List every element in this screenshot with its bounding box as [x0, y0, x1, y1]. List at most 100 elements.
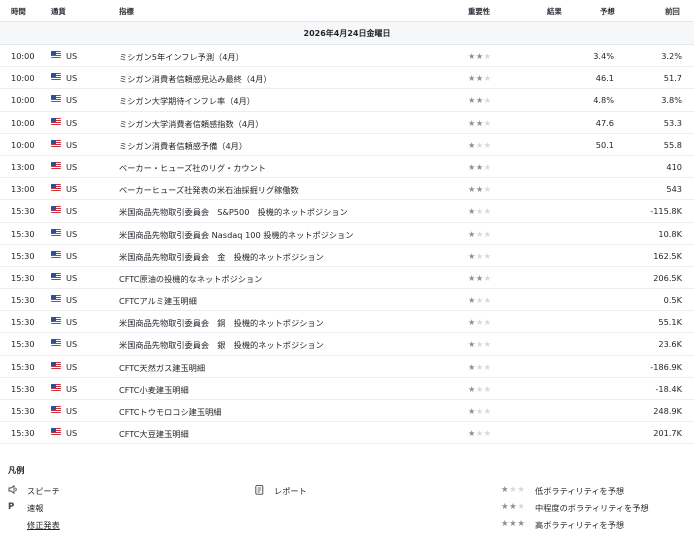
event-previous: 0.5K [663, 295, 682, 306]
event-name-link[interactable]: ミシガン5年インフレ予測（4月） [119, 51, 244, 63]
table-row[interactable]: 10:00 US ミシガン大学消費者信頼感指数（4月） ★★★ 47.6 53.3 [0, 112, 694, 134]
event-name-link[interactable]: ミシガン大学期待インフレ率（4月） [119, 95, 255, 107]
event-name-link[interactable]: ミシガン大学消費者信頼感指数（4月） [119, 118, 263, 130]
document-icon [255, 485, 269, 498]
table-row[interactable]: 15:30 US 米国商品先物取引委員会 Nasdaq 100 投機的ネットポジショ… [0, 223, 694, 245]
us-flag-icon [51, 161, 61, 169]
importance-stars: ★★★ [468, 251, 492, 261]
event-time: 10:00 [11, 117, 35, 128]
star-icon: ★ [475, 339, 484, 350]
header-forecast[interactable]: 予想 [600, 6, 615, 17]
legend-report-label: レポート [274, 486, 307, 496]
event-currency: US [66, 317, 78, 328]
importance-stars: ★★★ [468, 140, 492, 150]
star-icon: ★ [468, 184, 476, 195]
legend-speech-label: スピーチ [27, 486, 60, 496]
importance-stars: ★★★ [468, 162, 492, 172]
star-icon: ★ [483, 228, 492, 239]
star-icon: ★ [475, 272, 484, 283]
star-icon: ★ [475, 383, 484, 394]
event-name-link[interactable]: 米国商品先物取引委員会 S&P500 投機的ネットポジション [119, 206, 348, 218]
legend-high-label: 高ボラティリティを予想 [535, 520, 625, 530]
event-forecast: 46.1 [595, 73, 614, 84]
event-name-link[interactable]: ミシガン消費者信頼感予備（4月） [119, 140, 247, 152]
star-icon: ★ [468, 361, 476, 372]
star-icon: ★ [475, 139, 484, 150]
us-flag-icon [51, 406, 61, 413]
header-previous[interactable]: 前回 [665, 6, 680, 17]
event-currency: US [66, 206, 78, 217]
importance-stars: ★★★ [468, 339, 492, 349]
event-time: 15:30 [11, 206, 35, 217]
table-header: 時間 通貨 指標 重要性 結果 予想 前回 [0, 0, 694, 22]
event-previous: 55.1K [658, 317, 682, 328]
table-row[interactable]: 15:30 US CFTC小麦建玉明細 ★★★ -18.4K [0, 378, 694, 400]
event-name-link[interactable]: 米国商品先物取引委員会 銀 投機的ネットポジション [119, 339, 324, 351]
table-row[interactable]: 15:30 US CFTC天然ガス建玉明細 ★★★ -186.9K [0, 356, 694, 378]
event-currency: US [66, 428, 78, 439]
star-icon: ★ [468, 117, 476, 128]
table-row[interactable]: 15:30 US CFTC大豆建玉明細 ★★★ 201.7K [0, 422, 694, 445]
importance-stars: ★★★ [468, 229, 492, 239]
table-row[interactable]: 15:30 US 米国商品先物取引委員会 銀 投機的ネットポジション ★★★ 23.6K [0, 333, 694, 356]
event-currency: US [66, 184, 78, 195]
us-flag-icon [51, 295, 61, 303]
event-name-link[interactable]: CFTC原油の投機的なネットポジション [119, 273, 262, 285]
event-previous: 248.9K [653, 406, 682, 416]
table-row[interactable]: 13:00 US ベーカーヒューズ社発表の米石油採掘リグ稼働数 ★★★ 543 [0, 178, 694, 201]
economic-calendar-table: 時間 通貨 指標 重要性 結果 予想 前回 2026年4月24日金曜日 10:0… [0, 0, 694, 445]
table-row[interactable]: 10:00 US ミシガン5年インフレ予測（4月） ★★★ 3.4% 3.2% [0, 45, 694, 68]
star-icon: ★ [475, 51, 484, 61]
event-time: 15:30 [11, 295, 35, 306]
event-name-link[interactable]: ベーカーヒューズ社発表の米石油採掘リグ稼働数 [119, 184, 299, 196]
importance-stars: ★★★ [468, 206, 492, 216]
header-actual[interactable]: 結果 [547, 6, 562, 17]
header-currency[interactable]: 通貨 [51, 6, 66, 17]
table-row[interactable]: 10:00 US ミシガン大学期待インフレ率（4月） ★★★ 4.8% 3.8% [0, 89, 694, 112]
table-row[interactable]: 15:30 US 米国商品先物取引委員会 銅 投機的ネットポジション ★★★ 55.1K [0, 311, 694, 334]
event-name-link[interactable]: ミシガン消費者信頼感見込み最終（4月） [119, 73, 272, 85]
event-currency: US [66, 250, 78, 261]
table-row[interactable]: 15:30 US 米国商品先物取引委員会 金 投機的ネットポジション ★★★ 162.5… [0, 245, 694, 267]
event-time: 15:30 [11, 250, 35, 261]
table-row[interactable]: 15:30 US CFTC原油の投機的なネットポジション ★★★ 206.5K [0, 267, 694, 290]
us-flag-icon [51, 139, 61, 147]
event-previous: -115.8K [650, 206, 682, 217]
star-icon: ★ [475, 406, 484, 416]
table-row[interactable]: 10:00 US ミシガン消費者信頼感予備（4月） ★★★ 50.1 55.8 [0, 134, 694, 156]
event-name-link[interactable]: CFTC天然ガス建玉明細 [119, 362, 205, 374]
event-previous: 206.5K [653, 272, 682, 283]
star-icon: ★ [468, 339, 476, 350]
event-currency: US [66, 383, 78, 394]
table-row[interactable]: 15:30 US CFTCトウモロコシ建玉明細 ★★★ 248.9K [0, 400, 694, 423]
header-time[interactable]: 時間 [11, 6, 26, 17]
event-forecast: 4.8% [593, 95, 614, 106]
star-icon: ★ [483, 317, 492, 328]
event-currency: US [66, 95, 78, 106]
event-currency: US [66, 73, 78, 84]
legend-low-label: 低ボラティリティを予想 [535, 486, 625, 496]
event-name-link[interactable]: 米国商品先物取引委員会 Nasdaq 100 投機的ネットポジション [119, 229, 353, 241]
event-name-link[interactable]: CFTCトウモロコシ建玉明細 [119, 406, 221, 418]
star-icon: ★ [483, 339, 492, 350]
star-icon: ★ [468, 250, 476, 261]
event-name-link[interactable]: 米国商品先物取引委員会 金 投機的ネットポジション [119, 251, 324, 263]
event-previous: -186.9K [650, 361, 682, 372]
header-importance[interactable]: 重要性 [468, 6, 490, 17]
event-name-link[interactable]: CFTC小麦建玉明細 [119, 384, 189, 396]
table-row[interactable]: 15:30 US 米国商品先物取引委員会 S&P500 投機的ネットポジション ★★★… [0, 200, 694, 223]
event-name-link[interactable]: CFTC大豆建玉明細 [119, 428, 189, 440]
event-previous: -18.4K [655, 383, 682, 394]
us-flag-icon [51, 206, 61, 214]
table-row[interactable]: 10:00 US ミシガン消費者信頼感見込み最終（4月） ★★★ 46.1 51.7 [0, 67, 694, 90]
header-indicator[interactable]: 指標 [119, 6, 134, 17]
star-icon: ★ [483, 206, 492, 217]
event-name-link[interactable]: CFTCアルミ建玉明細 [119, 295, 197, 307]
event-name-link[interactable]: ベーカー・ヒューズ社のリグ・カウント [119, 162, 266, 174]
star-icon: ★ [468, 295, 476, 306]
table-row[interactable]: 15:30 US CFTCアルミ建玉明細 ★★★ 0.5K [0, 289, 694, 312]
us-flag-icon [51, 250, 61, 258]
event-time: 15:30 [11, 428, 35, 439]
event-name-link[interactable]: 米国商品先物取引委員会 銅 投機的ネットポジション [119, 317, 324, 329]
table-row[interactable]: 13:00 US ベーカー・ヒューズ社のリグ・カウント ★★★ 410 [0, 156, 694, 179]
